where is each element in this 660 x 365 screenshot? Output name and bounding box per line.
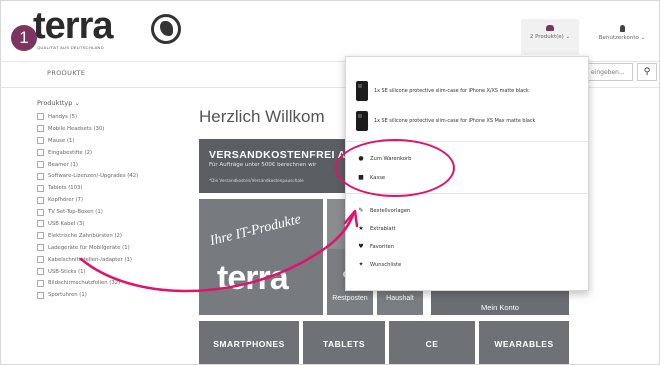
link-label: Extrablatt bbox=[370, 225, 396, 232]
brand-tile[interactable]: Ihre IT-Produkte terra bbox=[199, 199, 323, 315]
filter-item[interactable]: Mobile Headsets (30) bbox=[37, 123, 187, 135]
filter-sidebar: Produkttyp ⌄ Handys (5) Mobile Headsets … bbox=[37, 99, 187, 301]
highlight-ellipse bbox=[335, 139, 455, 197]
order-templates-link[interactable]: ✎ Bestellvorlagen bbox=[356, 207, 410, 214]
checkbox[interactable] bbox=[37, 208, 44, 216]
page-frame: terra QUALITÄT AUS DEUTSCHLAND 1 2 Produ… bbox=[0, 0, 660, 365]
checkbox[interactable] bbox=[37, 291, 44, 299]
extrablatt-link[interactable]: ★ Extrablatt bbox=[356, 225, 396, 232]
tile-label: Mein Konto bbox=[481, 303, 519, 312]
checkbox[interactable] bbox=[37, 125, 44, 133]
account-label: Benutzerkonto ⌄ bbox=[598, 35, 646, 41]
tile-brand: terra bbox=[217, 259, 289, 297]
filter-item[interactable]: Mause (1) bbox=[37, 135, 187, 147]
step-number-badge: 1 bbox=[11, 25, 37, 51]
filter-item[interactable]: Kopfhörer (7) bbox=[37, 194, 187, 206]
phone-case-thumbnail bbox=[356, 81, 368, 101]
star-icon: ★ bbox=[358, 225, 364, 232]
link-label: Bestellvorlagen bbox=[370, 207, 411, 214]
banner-title: VERSANDKOSTENFREI A bbox=[209, 149, 346, 161]
filter-label: Beamer (1) bbox=[48, 161, 78, 168]
wishlist-link[interactable]: ✦ Wunschliste bbox=[356, 261, 401, 268]
cart-button[interactable]: 2 Produkt(e) ⌄ bbox=[521, 19, 579, 55]
banner-note: *Die Versandkosten/Versandkostenpauschal… bbox=[209, 178, 304, 183]
filter-label: Mause (1) bbox=[48, 137, 75, 144]
filter-item[interactable]: USB-Sticks (1) bbox=[37, 266, 187, 278]
logo-word: terra bbox=[33, 5, 113, 47]
cart-product-name: 1x SE silicone protective slim-case for … bbox=[374, 118, 536, 124]
filter-label: Kopfhörer (7) bbox=[48, 197, 83, 204]
nav-produkte[interactable]: PRODUKTE bbox=[47, 69, 85, 77]
filter-item[interactable]: Sportuhren (1) bbox=[37, 289, 187, 301]
checkbox[interactable] bbox=[37, 172, 44, 180]
filter-title[interactable]: Produkttyp ⌄ bbox=[37, 99, 187, 107]
tile-label: Haushalt bbox=[386, 295, 414, 302]
globe-icon bbox=[151, 14, 181, 44]
filter-label: Sportuhren (1) bbox=[48, 292, 87, 299]
checkbox[interactable] bbox=[37, 244, 44, 252]
link-label: Wunschliste bbox=[370, 261, 402, 268]
pencil-icon: ✎ bbox=[358, 207, 364, 214]
checkbox[interactable] bbox=[37, 268, 44, 276]
phone-case-thumbnail bbox=[356, 111, 368, 131]
logo-tagline: QUALITÄT AUS DEUTSCHLAND bbox=[37, 45, 104, 50]
filter-item[interactable]: Bildschirmschutzfolien (32) bbox=[37, 277, 187, 289]
checkbox[interactable] bbox=[37, 279, 44, 287]
cart-icon bbox=[546, 25, 554, 31]
tile-label: Restposten bbox=[332, 295, 368, 302]
checkbox[interactable] bbox=[37, 113, 44, 121]
category-smartphones[interactable]: SMARTPHONES bbox=[199, 321, 299, 364]
checkbox[interactable] bbox=[37, 232, 44, 240]
filter-item[interactable]: Handys (5) bbox=[37, 111, 187, 123]
checkbox[interactable] bbox=[37, 196, 44, 204]
filter-label: Elektrische Zahnbürsten (2) bbox=[48, 232, 122, 239]
search-icon: ⚲ bbox=[643, 67, 651, 77]
terra-logo[interactable]: terra QUALITÄT AUS DEUTSCHLAND bbox=[33, 5, 181, 50]
filter-label: Tablets (103) bbox=[48, 185, 83, 192]
filter-item[interactable]: Software-Lizenzen/-Upgrades (42) bbox=[37, 170, 187, 182]
tile-slogan: Ihre IT-Produkte bbox=[208, 211, 303, 250]
filter-item[interactable]: USB Kabel (3) bbox=[37, 218, 187, 230]
category-ce[interactable]: CE bbox=[389, 321, 475, 364]
filter-item[interactable]: Kabelschnittstellen-/adapter (1) bbox=[37, 254, 187, 266]
filter-label: Handys (5) bbox=[48, 113, 78, 120]
cart-product[interactable]: 1x SE silicone protective slim-case for … bbox=[356, 81, 529, 101]
heart-icon: ♥ bbox=[358, 243, 364, 250]
welcome-heading: Herzlich Willkom bbox=[199, 107, 325, 126]
filter-label: Ladegeräte für Mobilgeräte (1) bbox=[48, 244, 130, 251]
checkbox[interactable] bbox=[37, 220, 44, 228]
favorites-link[interactable]: ♥ Favoriten bbox=[356, 243, 394, 250]
filter-label: Kabelschnittstellen-/adapter (1) bbox=[48, 256, 132, 263]
filter-label: USB-Sticks (1) bbox=[48, 268, 86, 275]
filter-label: TV Set-Top-Boxen (1) bbox=[48, 209, 103, 216]
filter-label: USB Kabel (3) bbox=[48, 220, 85, 227]
filter-item[interactable]: Ladegeräte für Mobilgeräte (1) bbox=[37, 242, 187, 254]
link-label: Favoriten bbox=[370, 243, 395, 250]
cart-product[interactable]: 1x SE silicone protective slim-case for … bbox=[356, 111, 535, 131]
banner-subtitle: Für Aufträge unter 500€ berechnen wir bbox=[209, 162, 317, 168]
user-icon bbox=[619, 25, 625, 32]
checkbox[interactable] bbox=[37, 184, 44, 192]
filter-label: Mobile Headsets (30) bbox=[48, 125, 105, 132]
filter-item[interactable]: Eingabestifte (2) bbox=[37, 147, 187, 159]
checkbox[interactable] bbox=[37, 149, 44, 157]
filter-item[interactable]: Tablets (103) bbox=[37, 182, 187, 194]
checkbox[interactable] bbox=[37, 256, 44, 264]
wand-icon: ✦ bbox=[358, 261, 364, 268]
checkbox[interactable] bbox=[37, 161, 44, 168]
cart-label: 2 Produkt(e) ⌄ bbox=[529, 34, 571, 40]
category-tablets[interactable]: TABLETS bbox=[303, 321, 385, 364]
filter-item[interactable]: Beamer (1) bbox=[37, 159, 187, 171]
filter-item[interactable]: Elektrische Zahnbürsten (2) bbox=[37, 230, 187, 242]
search-input[interactable]: eingeben... bbox=[587, 63, 633, 81]
account-button[interactable]: Benutzerkonto ⌄ bbox=[589, 19, 655, 55]
checkbox[interactable] bbox=[37, 137, 44, 145]
filter-label: Eingabestifte (2) bbox=[48, 149, 93, 156]
filter-item[interactable]: TV Set-Top-Boxen (1) bbox=[37, 206, 187, 218]
filter-label: Software-Lizenzen/-Upgrades (42) bbox=[48, 173, 139, 180]
cart-product-name: 1x SE silicone protective slim-case for … bbox=[374, 88, 529, 94]
search-button[interactable]: ⚲ bbox=[637, 63, 657, 81]
category-wearables[interactable]: WEARABLES bbox=[479, 321, 569, 364]
filter-label: Bildschirmschutzfolien (32) bbox=[48, 280, 121, 287]
